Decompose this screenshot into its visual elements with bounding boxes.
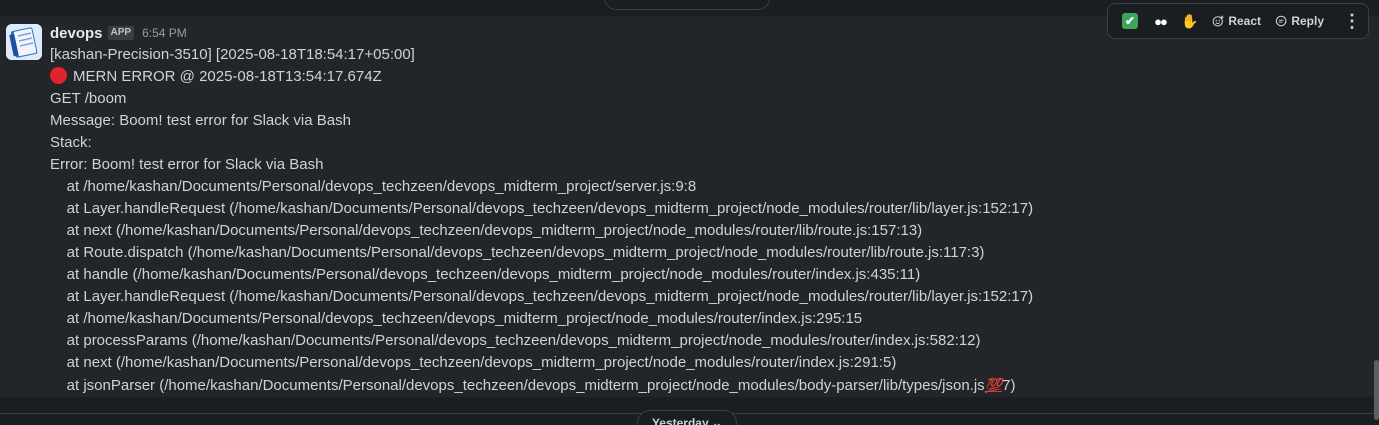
react-raised-hands-button[interactable]: ✋ <box>1176 7 1204 35</box>
raised-hands-icon: ✋ <box>1181 12 1199 29</box>
message-line: Message: Boom! test error for Slack via … <box>50 112 351 129</box>
reply-label: Reply <box>1291 14 1324 28</box>
hundred-points-icon: 💯 <box>984 377 1003 393</box>
thread-reply-icon <box>1275 15 1287 27</box>
stack-line-suffix: 7) <box>1002 377 1016 394</box>
message-header: devops APP 6:54 PM <box>50 24 187 42</box>
scrollbar-thumb[interactable] <box>1374 360 1379 420</box>
message-line: Error: Boom! test error for Slack via Ba… <box>50 156 324 173</box>
eyes-icon: ●● <box>1154 13 1168 29</box>
app-avatar[interactable] <box>6 24 42 60</box>
stack-line: at Route.dispatch (/home/kashan/Document… <box>50 244 985 261</box>
stack-line: at jsonParser (/home/kashan/Documents/Pe… <box>50 374 1350 396</box>
notebook-icon <box>6 24 42 60</box>
react-white-check-mark-button[interactable]: ✔ <box>1116 7 1144 35</box>
add-reaction-icon <box>1212 15 1224 27</box>
stop-sign-icon <box>50 67 67 84</box>
message-row[interactable]: devops APP 6:54 PM [kashan-Precision-351… <box>0 16 1379 397</box>
message-line: [kashan-Precision-3510] [2025-08-18T18:5… <box>50 46 415 63</box>
stack-line-text: at jsonParser (/home/kashan/Documents/Pe… <box>50 377 985 394</box>
stack-line: at processParams (/home/kashan/Documents… <box>50 332 981 349</box>
react-eyes-button[interactable]: ●● <box>1146 7 1174 35</box>
reply-in-thread-button[interactable]: Reply <box>1275 7 1324 35</box>
message-timestamp[interactable]: 6:54 PM <box>142 26 187 40</box>
message-line: MERN ERROR @ 2025-08-18T13:54:17.674Z <box>50 66 1350 88</box>
message-line: GET /boom <box>50 90 127 107</box>
stack-line: at next (/home/kashan/Documents/Personal… <box>50 354 897 371</box>
slack-channel-view: devops APP 6:54 PM [kashan-Precision-351… <box>0 0 1379 425</box>
jump-pill[interactable] <box>604 0 770 10</box>
stack-line: at next (/home/kashan/Documents/Personal… <box>50 222 923 239</box>
vertical-ellipsis-icon: ⋮ <box>1343 10 1361 31</box>
stack-line: at /home/kashan/Documents/Personal/devop… <box>50 178 697 195</box>
stack-line: at /home/kashan/Documents/Personal/devop… <box>50 310 863 327</box>
message-line-text: MERN ERROR @ 2025-08-18T13:54:17.674Z <box>73 68 382 85</box>
app-badge: APP <box>107 26 135 40</box>
stack-line: at Layer.handleRequest (/home/kashan/Doc… <box>50 200 1034 217</box>
message-actions-toolbar: ✔ ●● ✋ React Reply ⋮ <box>1107 3 1369 39</box>
stack-line: at Layer.handleRequest (/home/kashan/Doc… <box>50 288 1034 305</box>
sender-name[interactable]: devops <box>50 25 103 42</box>
add-reaction-button[interactable]: React <box>1212 7 1261 35</box>
more-actions-button[interactable]: ⋮ <box>1338 7 1366 35</box>
message-line: Stack: <box>50 134 92 151</box>
white-check-mark-icon: ✔ <box>1122 13 1138 29</box>
message-body: [kashan-Precision-3510] [2025-08-18T18:5… <box>50 44 1350 396</box>
stack-line: at handle (/home/kashan/Documents/Person… <box>50 266 921 283</box>
react-label: React <box>1228 14 1261 28</box>
day-divider-jump-button[interactable]: Yesterday ⌄ <box>637 410 737 425</box>
